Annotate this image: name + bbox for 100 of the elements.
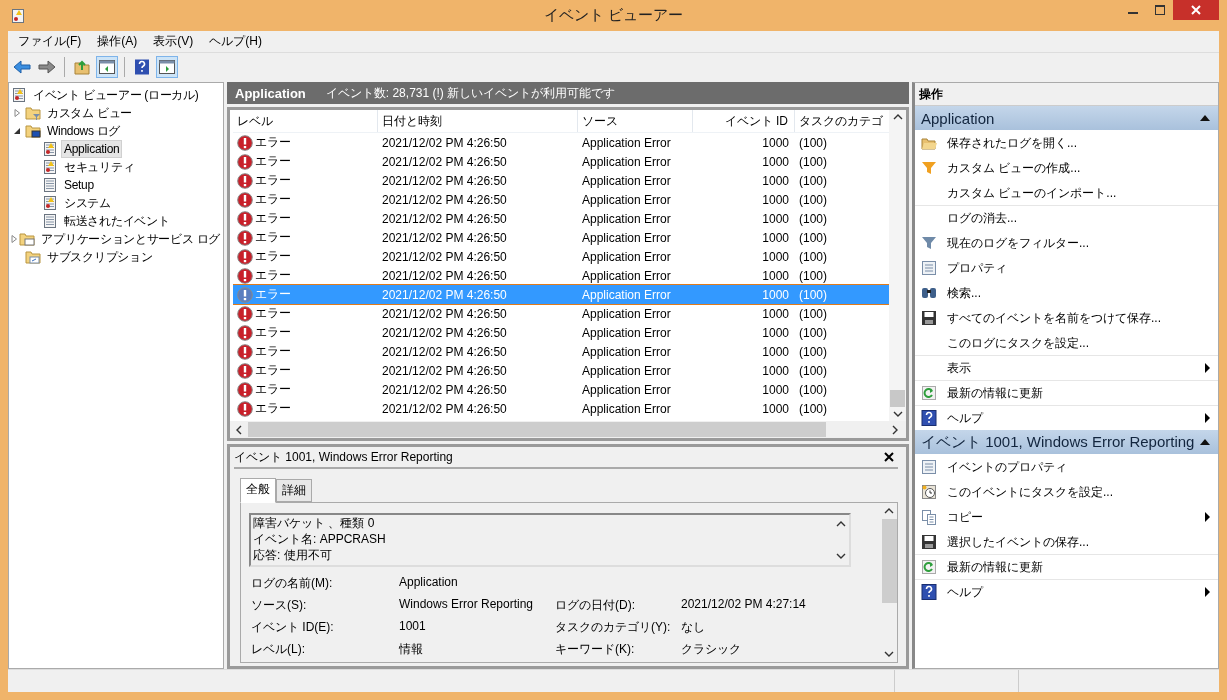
event-row[interactable]: エラー 2021/12/02 PM 4:26:50 Application Error 1000 (100): [233, 228, 889, 247]
event-row[interactable]: エラー 2021/12/02 PM 4:26:50 Application Error 1000 (100): [233, 171, 889, 190]
table-cell-text: Application Error: [581, 192, 672, 207]
expand-arrow-icon[interactable]: [13, 109, 21, 117]
scroll-thumb[interactable]: [890, 390, 905, 407]
event-row[interactable]: エラー 2021/12/02 PM 4:26:50 Application Error 1000 (100): [233, 304, 889, 323]
menu-item[interactable]: 表示(V): [145, 33, 202, 50]
event-row[interactable]: エラー 2021/12/02 PM 4:26:50 Application Error 1000 (100): [233, 133, 889, 152]
error-icon: [237, 362, 253, 379]
folder-icon: [25, 249, 41, 265]
column-header[interactable]: タスクのカテゴ: [795, 110, 885, 132]
action-link[interactable]: 表示: [915, 355, 1218, 380]
properties-icon: [921, 459, 937, 475]
show-actions-button[interactable]: [156, 55, 178, 78]
event-row[interactable]: エラー 2021/12/02 PM 4:26:50 Application Error 1000 (100): [233, 209, 889, 228]
action-link[interactable]: イベントのプロパティ: [915, 454, 1218, 479]
scroll-up-icon[interactable]: [836, 521, 846, 527]
collapse-arrow-icon[interactable]: [1200, 439, 1210, 445]
copy-icon: [921, 509, 937, 525]
action-link[interactable]: 最新の情報に更新: [915, 554, 1218, 579]
submenu-arrow-icon[interactable]: [1205, 363, 1210, 373]
action-link[interactable]: 現在のログをフィルター...: [915, 230, 1218, 255]
action-link[interactable]: 最新の情報に更新: [915, 380, 1218, 405]
action-link[interactable]: 選択したイベントの保存...: [915, 529, 1218, 554]
submenu-arrow-icon[interactable]: [1205, 587, 1210, 597]
action-link[interactable]: 検索...: [915, 280, 1218, 305]
scroll-up-icon[interactable]: [884, 508, 894, 514]
menu-item[interactable]: 操作(A): [89, 33, 146, 50]
table-cell-text: (100): [798, 287, 828, 302]
close-button[interactable]: [1173, 0, 1219, 20]
action-link[interactable]: ヘルプ: [915, 579, 1218, 604]
help-icon: [921, 410, 937, 426]
event-row[interactable]: エラー 2021/12/02 PM 4:26:50 Application Error 1000 (100): [233, 152, 889, 171]
tree-item[interactable]: セキュリティ: [61, 156, 138, 178]
scroll-down-icon[interactable]: [836, 553, 846, 559]
tab[interactable]: 全般: [240, 478, 276, 503]
scroll-down-icon[interactable]: [892, 411, 903, 417]
event-row[interactable]: エラー 2021/12/02 PM 4:26:50 Application Error 1000 (100): [233, 266, 889, 285]
submenu-arrow-icon[interactable]: [1205, 512, 1210, 522]
table-cell-text: (100): [798, 306, 828, 321]
column-header[interactable]: イベント ID: [693, 110, 795, 132]
table-cell-text: Application Error: [581, 287, 672, 302]
table-cell: エラー: [255, 267, 291, 284]
event-row[interactable]: エラー 2021/12/02 PM 4:26:50 Application Error 1000 (100): [233, 342, 889, 361]
action-link[interactable]: このログにタスクを設定...: [915, 330, 1218, 355]
action-link[interactable]: プロパティ: [915, 255, 1218, 280]
section-header[interactable]: イベント 1001, Windows Error Reporting: [915, 430, 1218, 454]
description-line: 障害バケット 、種類 0: [253, 515, 376, 531]
scroll-left-icon[interactable]: [236, 424, 242, 435]
error-icon: [237, 210, 253, 227]
column-header[interactable]: レベル: [233, 110, 378, 132]
horizontal-scrollbar[interactable]: [230, 421, 906, 438]
field-label: レベル(L):: [251, 641, 306, 658]
table-cell-text: Application Error: [581, 135, 672, 150]
table-cell-text: (100): [798, 173, 828, 188]
action-link[interactable]: カスタム ビューの作成...: [915, 155, 1218, 180]
table-cell-text: 2021/12/02 PM 4:26:50: [381, 363, 508, 378]
expand-arrow-icon[interactable]: [10, 235, 19, 243]
event-row[interactable]: エラー 2021/12/02 PM 4:26:50 Application Error 1000 (100): [233, 361, 889, 380]
table-cell-text: (100): [798, 135, 828, 150]
field-value: クラシック: [681, 641, 742, 658]
log-title: Application: [235, 85, 306, 101]
scroll-thumb[interactable]: [248, 422, 826, 437]
action-link[interactable]: コピー: [915, 504, 1218, 529]
tab[interactable]: 詳細: [276, 479, 312, 502]
column-header[interactable]: ソース: [578, 110, 693, 132]
event-row[interactable]: エラー 2021/12/02 PM 4:26:50 Application Error 1000 (100): [233, 323, 889, 342]
event-row[interactable]: エラー 2021/12/02 PM 4:26:50 Application Error 1000 (100): [233, 380, 889, 399]
collapse-arrow-icon[interactable]: [13, 127, 21, 135]
tree-item[interactable]: Application: [61, 140, 123, 158]
folder-icon: [19, 231, 36, 247]
table-cell-text: (100): [798, 363, 828, 378]
submenu-arrow-icon[interactable]: [1205, 413, 1210, 423]
event-row[interactable]: エラー 2021/12/02 PM 4:26:50 Application Error 1000 (100): [233, 247, 889, 266]
field-label: ログの日付(D):: [555, 597, 636, 614]
menu-item[interactable]: ヘルプ(H): [201, 33, 270, 50]
action-link[interactable]: すべてのイベントを名前をつけて保存...: [915, 305, 1218, 330]
column-header[interactable]: 日付と時刻: [378, 110, 578, 132]
action-link[interactable]: このイベントにタスクを設定...: [915, 479, 1218, 504]
menu-item[interactable]: ファイル(F): [10, 33, 90, 50]
table-cell: エラー: [255, 153, 291, 170]
action-link[interactable]: カスタム ビューのインポート...: [915, 180, 1218, 205]
collapse-arrow-icon[interactable]: [1200, 115, 1210, 121]
table-cell-text: 2021/12/02 PM 4:26:50: [381, 173, 508, 188]
close-icon[interactable]: [884, 452, 894, 462]
tree-item[interactable]: Setup: [61, 176, 97, 194]
section-header[interactable]: Application: [915, 106, 1218, 130]
vertical-scrollbar[interactable]: [889, 110, 906, 421]
table-cell-text: (100): [798, 401, 828, 416]
scroll-right-icon[interactable]: [892, 424, 898, 435]
table-cell-text: Application Error: [581, 306, 672, 321]
scroll-thumb[interactable]: [881, 519, 897, 603]
action-link[interactable]: 保存されたログを開く...: [915, 130, 1218, 155]
scroll-up-icon[interactable]: [892, 114, 903, 120]
table-cell-text: 2021/12/02 PM 4:26:50: [381, 154, 508, 169]
event-row[interactable]: エラー 2021/12/02 PM 4:26:50 Application Error 1000 (100): [233, 399, 889, 418]
event-row[interactable]: エラー 2021/12/02 PM 4:26:50 Application Error 1000 (100): [233, 190, 889, 209]
action-link[interactable]: ログの消去...: [915, 205, 1218, 230]
scroll-down-icon[interactable]: [884, 651, 894, 657]
show-tree-button[interactable]: [96, 55, 118, 78]
